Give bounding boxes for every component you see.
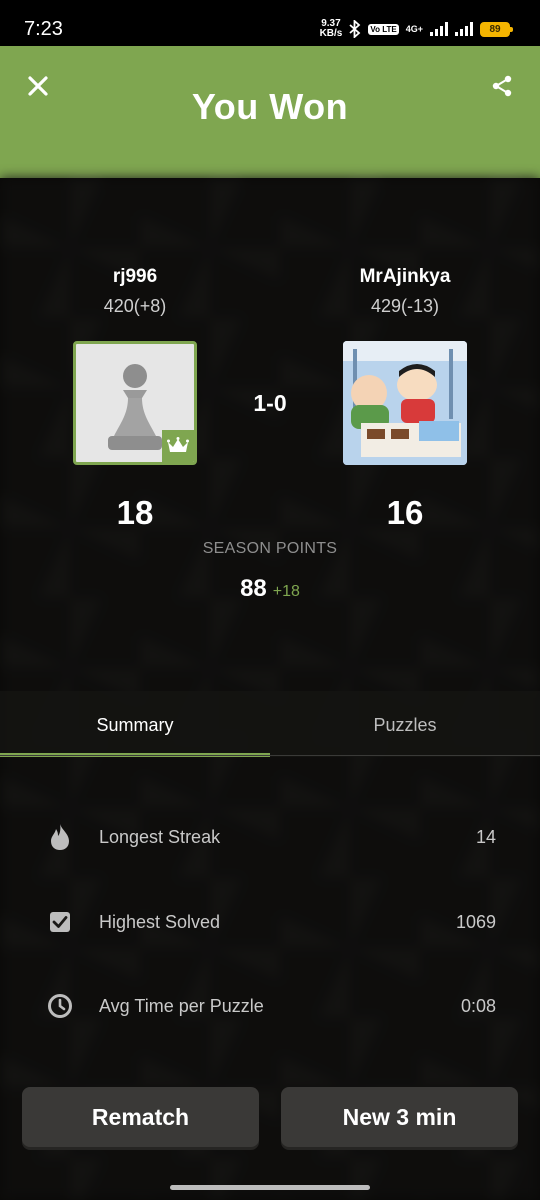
background-shade <box>0 178 540 1200</box>
player-left: rj996 420(+8) <box>45 266 225 317</box>
crown-icon <box>167 437 189 452</box>
flame-icon <box>46 823 74 851</box>
stat-label: Longest Streak <box>99 826 221 847</box>
share-button[interactable] <box>486 70 518 102</box>
battery-level: 89 <box>489 23 501 35</box>
season-points-total: 88 <box>240 575 267 602</box>
status-time: 7:23 <box>24 18 63 40</box>
stat-label: Avg Time per Puzzle <box>99 995 264 1016</box>
home-indicator[interactable] <box>170 1185 370 1190</box>
tab-puzzles[interactable]: Puzzles <box>270 691 540 757</box>
player-right-rating: 429(-13) <box>370 296 440 316</box>
stat-row-longest-streak: Longest Streak 14 <box>0 817 540 857</box>
stat-row-highest-solved: Highest Solved 1069 <box>0 902 540 942</box>
network-speed-unit: KB/s <box>319 28 343 39</box>
share-icon <box>492 75 512 97</box>
network-generation: 4G+ <box>405 23 423 34</box>
season-points-delta: +18 <box>272 583 300 600</box>
bluetooth-icon <box>349 20 361 38</box>
result-header: You Won <box>0 46 540 178</box>
player-right-season-points: 16 <box>386 494 424 531</box>
player-left-name: rj996 <box>112 266 158 287</box>
player-right: MrAjinkya 429(-13) <box>315 266 495 317</box>
signal-strength-icon <box>430 22 448 36</box>
stat-value: 14 <box>475 826 496 847</box>
tab-summary-label: Summary <box>96 715 174 735</box>
match-score: 1-0 <box>253 390 287 416</box>
volte-badge: Vo LTE <box>368 23 399 35</box>
stat-value: 0:08 <box>460 995 496 1016</box>
player-right-name: MrAjinkya <box>359 266 451 287</box>
stat-label: Highest Solved <box>99 911 221 932</box>
signal-strength-icon-2 <box>455 22 473 36</box>
tabs-divider <box>0 755 540 756</box>
clock-icon <box>46 992 74 1020</box>
network-speed: 9.37 KB/s <box>320 19 343 39</box>
result-tabs: Summary Puzzles <box>0 691 540 757</box>
season-points-total-row: 88 +18 <box>0 575 540 603</box>
player-right-avatar[interactable] <box>343 341 467 465</box>
status-icons: 9.37 KB/s Vo LTE 4G+ 89 <box>320 16 513 42</box>
new-game-button[interactable]: New 3 min <box>281 1087 518 1147</box>
stat-row-avg-time: Avg Time per Puzzle 0:08 <box>0 986 540 1026</box>
rematch-button[interactable]: Rematch <box>22 1087 259 1147</box>
winner-badge <box>162 430 194 462</box>
player-left-rating: 420(+8) <box>103 296 167 316</box>
tab-summary[interactable]: Summary <box>0 691 270 757</box>
battery-icon: 89 <box>480 21 513 37</box>
cartoon-avatar-image <box>343 341 467 465</box>
player-left-season-points: 18 <box>116 494 154 531</box>
tab-puzzles-label: Puzzles <box>373 715 437 735</box>
stat-value: 1069 <box>455 911 496 932</box>
season-points-label: SEASON POINTS <box>202 540 338 557</box>
result-title: You Won <box>191 86 349 127</box>
player-left-avatar[interactable] <box>73 341 197 465</box>
checkbox-icon <box>46 908 74 936</box>
